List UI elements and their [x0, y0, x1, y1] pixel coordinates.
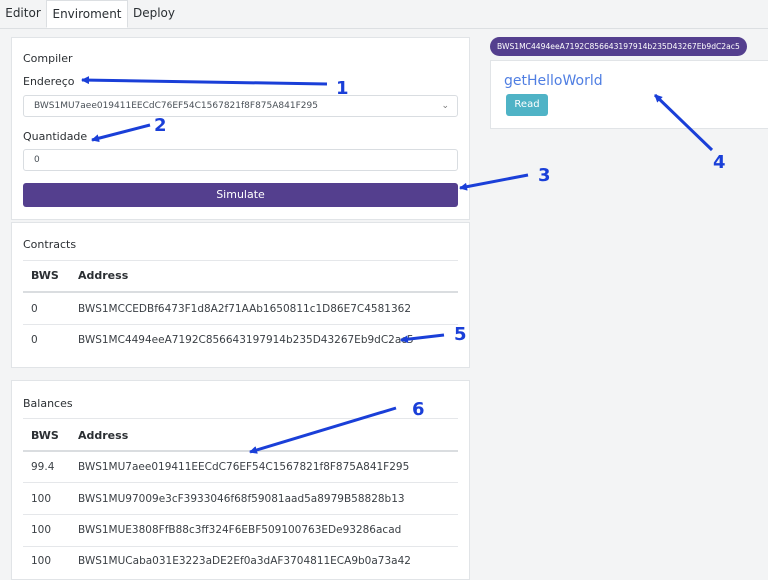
annotation-3: 3: [538, 165, 551, 186]
arrow-6: [249, 406, 397, 454]
annotation-6: 6: [412, 399, 425, 420]
annotation-arrows: [81, 76, 714, 454]
arrow-1: [81, 76, 328, 86]
arrow-2: [91, 123, 151, 143]
annotation-2: 2: [154, 115, 167, 136]
arrow-5: [400, 333, 445, 344]
annotation-1: 1: [336, 78, 349, 99]
arrow-4: [653, 93, 714, 152]
arrow-3: [459, 173, 529, 191]
annotation-5: 5: [454, 324, 467, 345]
annotation-4: 4: [713, 152, 726, 173]
